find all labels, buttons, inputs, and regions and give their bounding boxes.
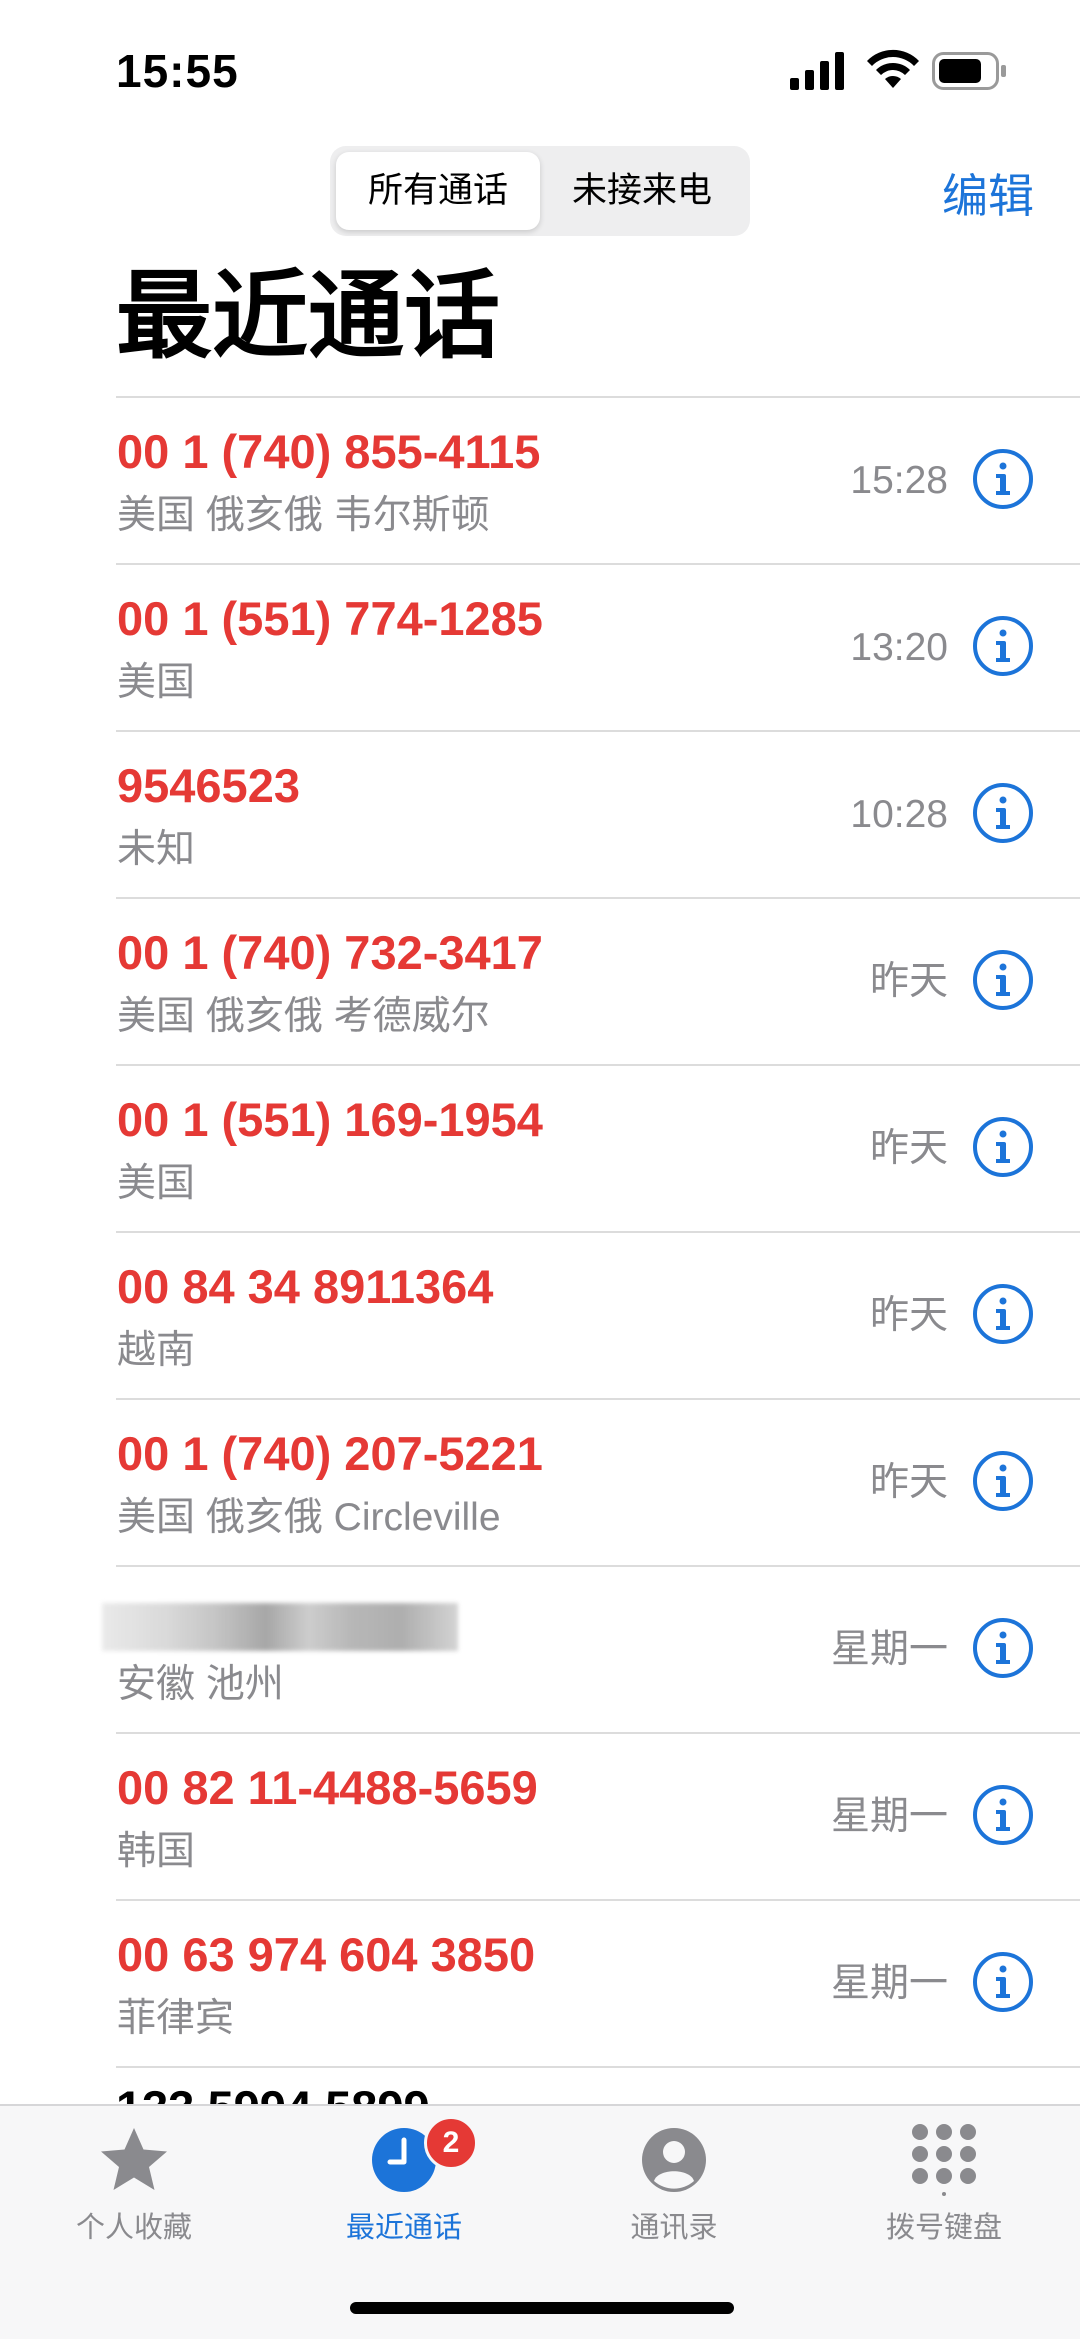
- tab-label: 通讯录: [630, 2212, 718, 2244]
- redacted-number: [102, 1603, 458, 1651]
- star-icon: [101, 2128, 167, 2190]
- call-time: 星期一: [830, 1795, 948, 1838]
- tab-label: 个人收藏: [75, 2212, 192, 2244]
- call-number: 00 84 34 8911364: [117, 1260, 494, 1313]
- tab-favorites[interactable]: 个人收藏: [24, 2124, 244, 2254]
- call-row[interactable]: 9546523 未知 10:28: [116, 732, 1080, 899]
- call-location: 美国 俄亥俄 韦尔斯顿: [117, 494, 490, 537]
- call-location: 美国: [117, 661, 196, 704]
- call-time: 昨天: [869, 1127, 948, 1170]
- cellular-signal-icon: [790, 52, 844, 90]
- recent-calls-list: 00 1 (740) 855-4115 美国 俄亥俄 韦尔斯顿 15:28 00…: [0, 398, 1080, 2068]
- info-icon[interactable]: [972, 1116, 1034, 1178]
- tab-keypad[interactable]: 拨号键盘: [834, 2124, 1054, 2254]
- battery-icon: [932, 52, 1006, 90]
- info-icon[interactable]: [972, 448, 1034, 510]
- call-row[interactable]: 00 63 974 604 3850 菲律宾 星期一: [116, 1901, 1080, 2068]
- call-time: 昨天: [869, 1461, 948, 1504]
- tab-contacts[interactable]: 通讯录: [564, 2124, 784, 2254]
- status-bar: 15:55: [0, 0, 1080, 140]
- segment-missed-calls[interactable]: 未接来电: [540, 152, 744, 230]
- call-location: 菲律宾: [117, 1997, 235, 2040]
- call-location: 美国: [117, 1162, 196, 1205]
- tab-label: 拨号键盘: [885, 2212, 1002, 2244]
- call-row[interactable]: 00 1 (551) 169-1954 美国 昨天: [116, 1066, 1080, 1233]
- wifi-icon: [867, 49, 919, 88]
- call-time: 昨天: [869, 960, 948, 1003]
- info-icon[interactable]: [972, 1450, 1034, 1512]
- call-location: 美国 俄亥俄 考德威尔: [117, 995, 490, 1038]
- info-icon[interactable]: [972, 1951, 1034, 2013]
- status-time: 15:55: [116, 45, 239, 97]
- call-location: 美国 俄亥俄 Circleville: [117, 1496, 501, 1539]
- call-time: 13:20: [850, 626, 948, 669]
- contact-icon: [642, 2128, 706, 2192]
- info-icon[interactable]: [972, 782, 1034, 844]
- call-time: 昨天: [869, 1294, 948, 1337]
- page-title: 最近通话: [116, 263, 500, 370]
- edit-button[interactable]: 编辑: [942, 160, 1034, 226]
- keypad-icon: [912, 2124, 976, 2196]
- call-number: 00 1 (551) 774-1285: [117, 592, 543, 645]
- call-number: 00 63 974 604 3850: [117, 1928, 536, 1981]
- info-icon[interactable]: [972, 949, 1034, 1011]
- call-time: 15:28: [850, 459, 948, 502]
- info-icon[interactable]: [972, 615, 1034, 677]
- tab-bar: 个人收藏 2 最近通话 通讯录 拨号键盘: [0, 2104, 1080, 2339]
- call-row[interactable]: 00 1 (551) 774-1285 美国 13:20: [116, 565, 1080, 732]
- call-row[interactable]: 00 84 34 8911364 越南 昨天: [116, 1233, 1080, 1400]
- call-filter-segmented-control: 所有通话 未接来电: [330, 146, 750, 236]
- call-time: 星期一: [830, 1962, 948, 2005]
- call-location: 越南: [117, 1329, 196, 1372]
- call-location: 未知: [117, 828, 196, 871]
- call-row[interactable]: 00 1 (740) 732-3417 美国 俄亥俄 考德威尔 昨天: [116, 899, 1080, 1066]
- call-location: 安徽 池州: [117, 1663, 284, 1706]
- call-number: 9546523: [117, 759, 300, 812]
- call-number: 00 1 (740) 207-5221: [117, 1427, 543, 1480]
- info-icon[interactable]: [972, 1617, 1034, 1679]
- call-row[interactable]: 00 1 (740) 207-5221 美国 俄亥俄 Circleville 昨…: [116, 1400, 1080, 1567]
- tab-recents[interactable]: 2 最近通话: [294, 2116, 514, 2254]
- call-time: 10:28: [850, 793, 948, 836]
- call-row[interactable]: 00 1 (740) 855-4115 美国 俄亥俄 韦尔斯顿 15:28: [116, 398, 1080, 565]
- missed-calls-badge: 2: [424, 2116, 478, 2170]
- call-number: 00 82 11-4488-5659: [117, 1761, 538, 1814]
- call-row[interactable]: 安徽 池州 星期一: [102, 1567, 1080, 1734]
- call-location: 韩国: [117, 1830, 196, 1873]
- tab-label: 最近通话: [345, 2212, 462, 2244]
- home-indicator: [350, 2302, 734, 2314]
- call-time: 星期一: [830, 1628, 948, 1671]
- segment-all-calls[interactable]: 所有通话: [336, 152, 540, 230]
- info-icon[interactable]: [972, 1283, 1034, 1345]
- call-row[interactable]: 00 82 11-4488-5659 韩国 星期一: [116, 1734, 1080, 1901]
- call-number: 00 1 (551) 169-1954: [117, 1093, 543, 1146]
- info-icon[interactable]: [972, 1784, 1034, 1846]
- call-number: 00 1 (740) 732-3417: [117, 926, 543, 979]
- call-number: 00 1 (740) 855-4115: [117, 425, 541, 478]
